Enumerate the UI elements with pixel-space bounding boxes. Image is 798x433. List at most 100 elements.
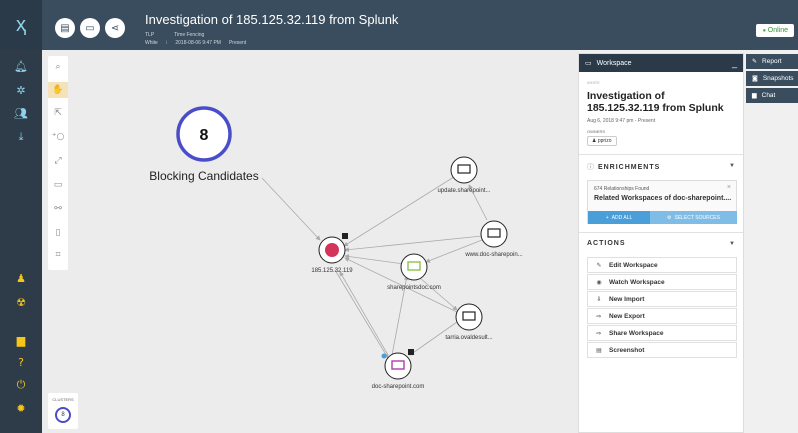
select-sources-button[interactable]: ⚙ SELECT SOURCES [650,211,737,224]
node-www-doc-sharepoint[interactable]: www.doc-sharepoin... [464,220,523,258]
workspace-panel: ▭ Workspace _ WHITE Investigation of 185… [578,53,744,433]
report-tab[interactable]: ✎ Report [746,54,798,69]
actions-title[interactable]: ACTIONS [587,240,626,247]
filter-icon: ⚙ [667,214,672,221]
select-sources-label: SELECT SOURCES [674,214,720,221]
flag-icon [408,349,414,355]
new-import-button[interactable]: ⇩ New Import [587,291,737,307]
export-icon: ⇨ [596,312,602,320]
tlp-label: TLP [145,32,155,38]
action-label: Screenshot [609,346,645,354]
edge [334,269,389,359]
report-icon: ✎ [752,58,758,65]
tab-label: Report [762,58,782,65]
toggle-view-button[interactable]: ▤ [55,18,75,38]
node-label: update.sharepoint... [437,188,490,194]
app-logo-icon[interactable]: ҳ [0,0,42,50]
edit-icon: ✎ [596,261,602,269]
workspace-date: Aug 6, 2018 9:47 pm - Present [587,118,656,124]
person-icon: ♟ [592,138,597,144]
enrichment-text: Related Workspaces of doc-sharepoint.... [594,195,732,202]
owner-chip[interactable]: ♟ pprizo [587,136,617,146]
enrichment-count: 674 Relationships Found [594,186,650,192]
chat-tab[interactable]: ▆ Chat [746,88,798,103]
add-all-label: ADD ALL [611,214,633,221]
person-icon[interactable]: ♟ [0,272,42,285]
tab-label: Chat [761,92,776,99]
node-label: www.doc-sharepoin... [464,252,523,258]
left-sidebar: 🔔︎ ✲ 👥︎ ⤓ ♟ ☢ ▆ ? ⏻ ✹ [0,50,42,433]
graph-edges [261,174,488,359]
edge [343,174,458,247]
action-label: Watch Workspace [609,278,665,286]
close-icon[interactable]: × [727,184,731,191]
tlp-label: WHITE [587,80,600,85]
graph-icon[interactable]: ✲ [0,84,42,97]
time-fence-start[interactable]: 2018-08-06 9:47 PM [175,40,221,46]
node-doc-sharepoint[interactable]: doc-sharepoint.com [372,349,425,390]
divider [579,232,743,233]
action-label: New Import [609,295,645,303]
edge [419,277,458,311]
enrichment-card[interactable]: 674 Relationships Found × Related Worksp… [587,180,737,224]
notifications-icon[interactable]: 🔔︎ [0,60,42,73]
top-bar: ҳ ▤ ▭ ⋖ Investigation of 185.125.32.119 … [0,0,798,50]
blocking-count: 8 [200,127,209,144]
panel-header: ▭ Workspace _ [579,54,743,72]
help-icon[interactable]: ? [0,356,42,369]
flag-icon [342,233,348,239]
share-button[interactable]: ⋖ [105,18,125,38]
time-fence-end[interactable]: Present [229,40,246,46]
action-label: Edit Workspace [609,261,658,269]
meta-keys: TLP Time Fencing [145,32,204,38]
plus-icon: + [605,214,609,221]
caret-down-icon[interactable]: ▼ [729,241,735,247]
separator: ⁝ [165,40,168,46]
share-workspace-button[interactable]: ⇨ Share Workspace [587,325,737,341]
tab-label: Snapshots [762,75,794,82]
chat-icon[interactable]: ▆ [0,334,42,347]
edge [344,254,405,265]
power-icon[interactable]: ⏻ [0,378,42,392]
blocking-label: Blocking Candidates [149,169,258,183]
owners-label: OWNERS [587,129,605,134]
add-all-button[interactable]: + ADD ALL [588,211,650,224]
screenshot-button[interactable]: ▤ Screenshot [587,342,737,358]
caret-down-icon[interactable]: ▼ [729,163,735,169]
snapshots-tab[interactable]: ◙ Snapshots [746,71,798,86]
enrichments-label: ENRICHMENTS [597,164,661,171]
minimize-button[interactable]: _ [732,58,737,68]
tlp-value[interactable]: White [145,40,158,46]
node-label: doc-sharepoint.com [372,384,425,390]
present-button[interactable]: ▭ [80,18,100,38]
chat-icon: ▆ [752,92,757,99]
action-label: Share Workspace [609,329,664,337]
node-ip[interactable]: 185.125.32.119 [311,233,353,274]
download-icon[interactable]: ⤓ [0,130,42,144]
globe-icon [325,243,339,257]
node-label: sharepointsdoc.com [387,285,441,291]
action-label: New Export [609,312,645,320]
graph: 8 Blocking Candidates 185.125.32.119 upd… [149,106,523,390]
screenshot-icon: ▤ [596,346,602,354]
meta-values: White ⁝ 2018-08-06 9:47 PM Present [145,40,246,46]
users-icon[interactable]: 👥︎ [0,107,42,120]
time-fencing-label: Time Fencing [174,32,205,38]
camera-icon: ◙ [752,75,758,82]
selection-dot [381,353,387,359]
node-update-sharepoint[interactable]: update.sharepoint... [437,156,491,194]
edge [425,239,483,263]
page-title: Investigation of 185.125.32.119 from Spl… [145,12,399,27]
enrichments-title[interactable]: ⓘ ENRICHMENTS [587,162,660,172]
workspace-title[interactable]: Investigation of 185.125.32.119 from Spl… [587,90,737,114]
edit-workspace-button[interactable]: ✎ Edit Workspace [587,257,737,273]
status-badge[interactable]: Online [756,24,794,37]
node-label: 185.125.32.119 [311,268,353,274]
divider [579,154,743,155]
radiation-icon[interactable]: ☢ [0,296,42,309]
import-icon: ⇩ [596,295,602,303]
watch-workspace-button[interactable]: ◉ Watch Workspace [587,274,737,290]
user-avatar[interactable]: ✹ [0,402,42,415]
eye-icon: ◉ [596,278,602,286]
new-export-button[interactable]: ⇨ New Export [587,308,737,324]
